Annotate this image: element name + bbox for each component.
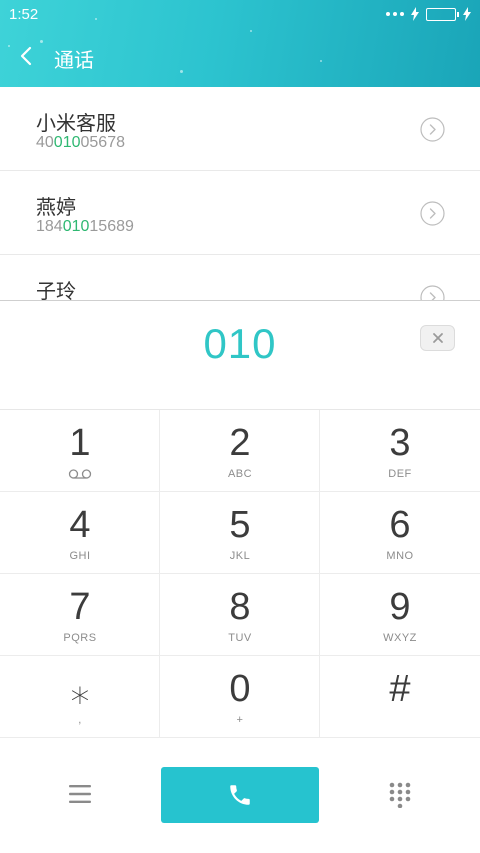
contact-number: 4001005678 [36, 134, 125, 151]
bottom-action-bar [0, 738, 480, 853]
backspace-icon [432, 333, 443, 343]
key-letters: GHI [69, 550, 91, 562]
status-icons [386, 6, 472, 22]
voicemail-icon [68, 469, 92, 479]
key-5[interactable]: 5 JKL [160, 492, 320, 574]
charging-icon [411, 7, 419, 21]
menu-icon[interactable] [69, 784, 91, 804]
key-0[interactable]: 0 + [160, 656, 320, 738]
chevron-right-circle-icon[interactable] [420, 117, 445, 142]
chevron-right-circle-icon[interactable] [420, 201, 445, 226]
key-digit: 2 [229, 422, 251, 464]
app-header: 1:52 通话 [0, 0, 480, 87]
key-4[interactable]: 4 GHI [0, 492, 160, 574]
key-digit: 8 [229, 586, 251, 628]
key-letters: , [78, 714, 82, 726]
key-hash[interactable]: # [320, 656, 480, 738]
contact-item[interactable]: 子玲 [0, 255, 480, 300]
key-digit: 6 [389, 504, 411, 546]
charging-icon [463, 7, 471, 21]
key-letters: MNO [386, 550, 414, 562]
chevron-left-icon[interactable] [16, 44, 36, 68]
number-match: 010 [62, 218, 90, 235]
status-bar: 1:52 [0, 0, 480, 28]
contact-suggestion-list: 小米客服 4001005678 燕婷 18401015689 子玲 [0, 87, 480, 300]
status-time: 1:52 [9, 6, 39, 23]
key-9[interactable]: 9 WXYZ [320, 574, 480, 656]
contact-name: 燕婷 [36, 197, 76, 219]
phone-icon [230, 785, 250, 805]
number-match: 010 [53, 134, 81, 151]
dial-keypad: 1 2 ABC 3 DEF 4 GHI 5 JKL 6 MNO 7 PQRS 8… [0, 409, 480, 738]
contact-name: 小米客服 [36, 113, 116, 135]
battery-icon [426, 7, 459, 21]
key-letters: TUV [228, 632, 252, 644]
key-digit: 9 [389, 586, 411, 628]
call-button[interactable] [161, 767, 319, 823]
key-7[interactable]: 7 PQRS [0, 574, 160, 656]
chevron-right-circle-icon[interactable] [420, 285, 445, 300]
dialpad-icon[interactable] [389, 782, 411, 808]
key-2[interactable]: 2 ABC [160, 410, 320, 492]
key-3[interactable]: 3 DEF [320, 410, 480, 492]
key-1[interactable]: 1 [0, 410, 160, 492]
more-dots-icon [386, 12, 404, 16]
key-digit: 0 [229, 668, 251, 710]
key-digit: 5 [229, 504, 251, 546]
key-digit: 1 [69, 422, 91, 464]
dialed-number-display: 010 [203, 320, 277, 367]
key-6[interactable]: 6 MNO [320, 492, 480, 574]
key-digit: 4 [69, 504, 91, 546]
contact-number: 18401015689 [36, 218, 134, 235]
key-digit: ⁎ [70, 670, 90, 712]
key-digit: 7 [69, 586, 91, 628]
key-letters: WXYZ [383, 632, 417, 644]
key-digit: # [389, 668, 411, 710]
key-letters: JKL [229, 550, 251, 562]
contact-name: 子玲 [36, 281, 76, 300]
key-star[interactable]: ⁎ , [0, 656, 160, 738]
page-title: 通话 [54, 50, 94, 72]
key-letters: + [236, 714, 244, 726]
contact-item[interactable]: 燕婷 18401015689 [0, 171, 480, 255]
key-letters: PQRS [63, 632, 97, 644]
key-letters: ABC [227, 468, 253, 480]
divider [0, 300, 480, 301]
key-8[interactable]: 8 TUV [160, 574, 320, 656]
key-digit: 3 [389, 422, 411, 464]
delete-button[interactable] [420, 325, 455, 351]
contact-item[interactable]: 小米客服 4001005678 [0, 87, 480, 171]
key-letters: DEF [388, 468, 412, 480]
